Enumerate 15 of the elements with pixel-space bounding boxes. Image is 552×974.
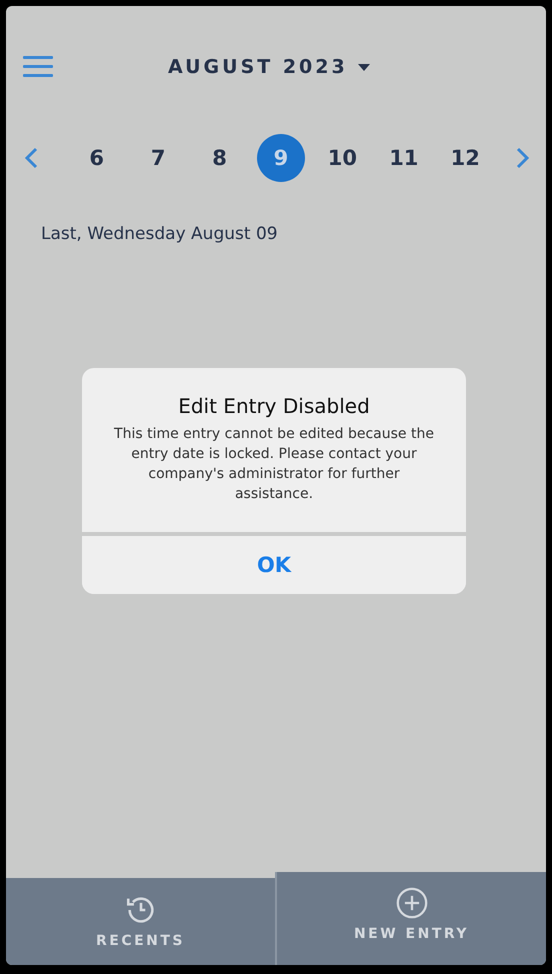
day-button[interactable]: 8 (196, 134, 244, 182)
day-button[interactable]: 7 (134, 134, 182, 182)
month-selector[interactable]: AUGUST 2023 (168, 56, 370, 78)
day-button[interactable]: 11 (380, 134, 428, 182)
plus-circle-icon (394, 886, 428, 920)
day-button[interactable]: 12 (441, 134, 490, 182)
menu-icon[interactable] (23, 55, 53, 79)
previous-week-button[interactable] (24, 147, 38, 169)
dialog-message: This time entry cannot be edited because the entry date is locked. Please contact your company's administrator for further assistance. (113, 425, 435, 504)
next-week-button[interactable] (516, 147, 530, 169)
dialog-title: Edit Entry Disabled (178, 394, 370, 418)
caret-icon (358, 64, 370, 70)
date-label: Last, Wednesday August 09 (41, 224, 279, 244)
day-button[interactable]: 6 (72, 134, 121, 182)
day-button[interactable]: 10 (318, 134, 366, 182)
